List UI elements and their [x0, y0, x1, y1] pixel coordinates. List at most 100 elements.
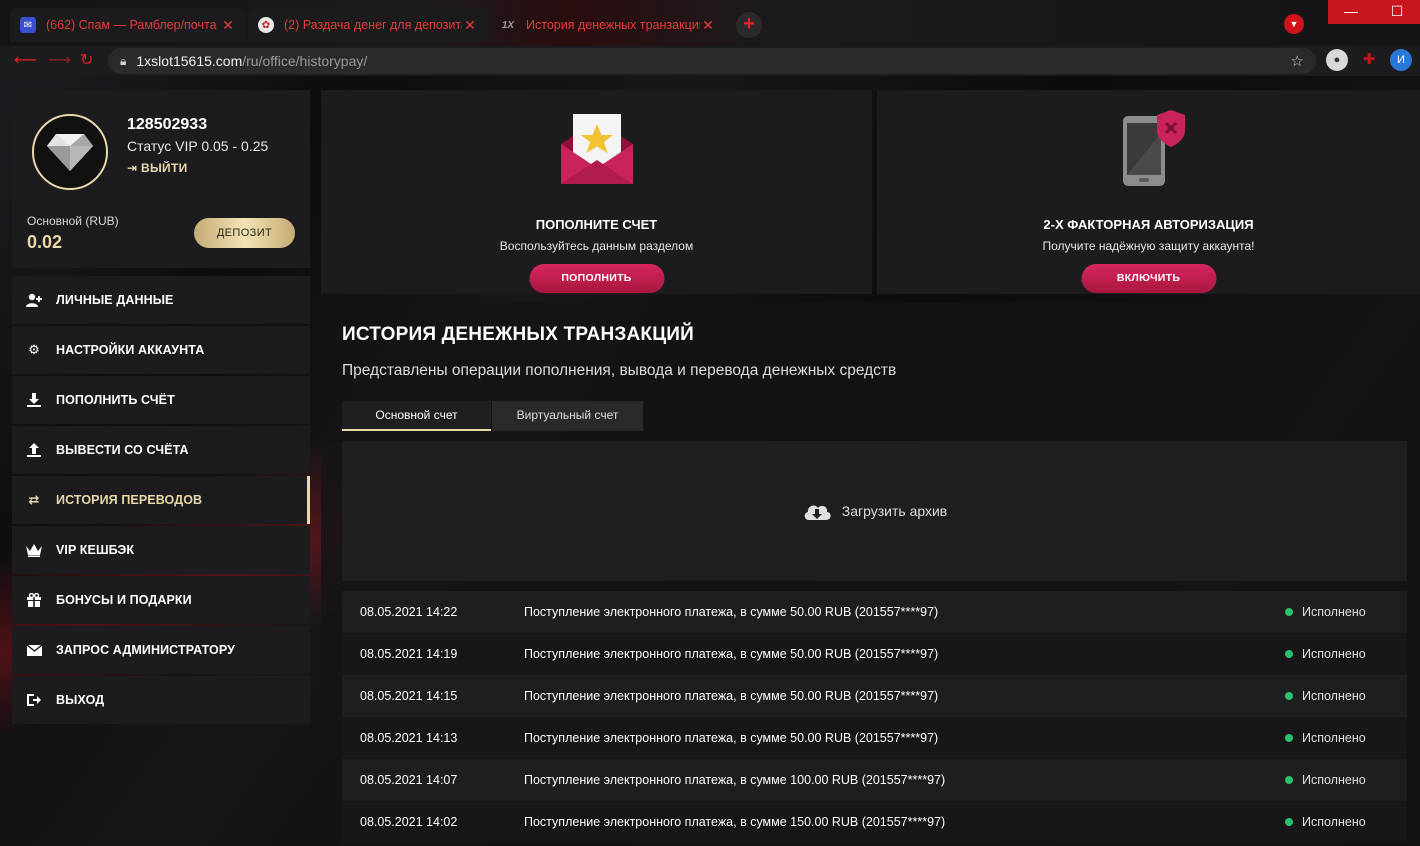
user-id: 128502933 [127, 116, 208, 133]
transaction-description: Поступление электронного платежа, в сумм… [524, 815, 946, 829]
transaction-description: Поступление электронного платежа, в сумм… [524, 647, 939, 661]
sidebar-item-vip-cashback[interactable]: VIP КЕШБЭК [12, 526, 310, 574]
status-dot-icon [1285, 650, 1293, 658]
status-label: Исполнено [1302, 605, 1366, 619]
close-icon[interactable]: ✕ [462, 17, 478, 34]
logout-link[interactable]: ⇥ ВЫЙТИ [127, 161, 188, 175]
transaction-status: Исполнено [1285, 647, 1407, 661]
status-label: Исполнено [1302, 815, 1366, 829]
sidebar-item-label: ЛИЧНЫЕ ДАННЫЕ [56, 293, 174, 307]
puzzle-icon[interactable]: ✚ [1358, 49, 1380, 71]
browser-tab-bar: ✉ (662) Спам — Рамблер/почта ✕ ✿ (2) Раз… [0, 0, 1420, 46]
download-archive-area: Загрузить архив [342, 441, 1407, 581]
browser-tab-mail[interactable]: ✉ (662) Спам — Рамблер/почта ✕ [10, 8, 246, 42]
tab-title: (2) Раздача денег для депозита [284, 18, 462, 32]
close-icon[interactable]: ✕ [220, 17, 236, 34]
url-host: 1xslot15615.com [136, 53, 243, 69]
balance-value: 0.02 [27, 232, 63, 252]
browser-tab-history[interactable]: 1X История денежных транзакций ✕ [490, 8, 726, 42]
transaction-date: 08.05.2021 14:13 [360, 731, 458, 745]
sidebar-item-bonuses[interactable]: БОНУСЫ И ПОДАРКИ [12, 576, 310, 624]
status-label: Исполнено [1302, 731, 1366, 745]
sidebar-item-label: БОНУСЫ И ПОДАРКИ [56, 593, 192, 607]
transactions-table: 08.05.2021 14:22 Поступление электронног… [342, 591, 1407, 843]
sidebar-item-deposit[interactable]: ПОПОЛНИТЬ СЧЁТ [12, 376, 310, 424]
transfer-icon: ⇄ [28, 492, 40, 507]
forward-icon[interactable]: ⟶ [48, 50, 71, 70]
url-field[interactable]: 🔒︎ 1xslot15615.com /ru/office/historypay… [108, 48, 1316, 74]
browser-menu-icon[interactable]: ▼ [1284, 14, 1304, 34]
profile-card: 128502933 Статус VIP 0.05 - 0.25 ⇥ ВЫЙТИ… [12, 90, 310, 268]
deposit-button[interactable]: ДЕПОЗИТ [194, 218, 295, 248]
diamond-icon [47, 134, 93, 171]
table-row: 08.05.2021 14:13 Поступление электронног… [342, 717, 1407, 759]
envelope-star-icon [560, 114, 633, 184]
sidebar-item-withdraw[interactable]: ВЫВЕСТИ СО СЧЁТА [12, 426, 310, 474]
profile-avatar[interactable]: И [1390, 49, 1412, 71]
status-dot-icon [1285, 734, 1293, 742]
enable-twofa-button[interactable]: ВКЛЮЧИТЬ [1081, 264, 1216, 293]
transaction-description: Поступление электронного платежа, в сумм… [524, 605, 939, 619]
top-up-button[interactable]: ПОПОЛНИТЬ [529, 264, 664, 293]
download-archive-button[interactable]: Загрузить архив [802, 500, 948, 522]
browser-tab-vk[interactable]: ✿ (2) Раздача денег для депозита ✕ [248, 8, 488, 42]
status-dot-icon [1285, 692, 1293, 700]
sidebar-item-personal-data[interactable]: ЛИЧНЫЕ ДАННЫЕ [12, 276, 310, 324]
transaction-status: Исполнено [1285, 689, 1407, 703]
close-icon[interactable]: ✕ [700, 17, 716, 34]
back-icon[interactable]: ⟵ [14, 50, 37, 70]
sidebar-item-exit[interactable]: ВЫХОД [12, 676, 310, 724]
sidebar-item-label: ИСТОРИЯ ПЕРЕВОДОВ [56, 493, 203, 507]
upload-icon [26, 442, 42, 458]
tab-virtual-account[interactable]: Виртуальный счет [492, 401, 643, 431]
sidebar-menu: ЛИЧНЫЕ ДАННЫЕ ⚙ НАСТРОЙКИ АККАУНТА ПОПОЛ… [12, 276, 310, 726]
sidebar-item-admin-request[interactable]: ЗАПРОС АДМИНИСТРАТОРУ [12, 626, 310, 674]
mail-icon: ✉ [20, 17, 36, 33]
maximize-button[interactable]: ☐ [1374, 0, 1420, 24]
lock-icon: 🔒︎ [120, 53, 127, 68]
status-dot-icon [1285, 818, 1293, 826]
transaction-date: 08.05.2021 14:15 [360, 689, 458, 703]
sidebar-item-label: НАСТРОЙКИ АККАУНТА [56, 343, 205, 357]
twofa-promo-subtitle: Получите надёжную защиту аккаунта! [1042, 239, 1255, 253]
account-tabs: Основной счет Виртуальный счет [342, 401, 643, 431]
vip-status: Статус VIP 0.05 - 0.25 [127, 138, 269, 154]
envelope-icon [26, 642, 42, 658]
status-label: Исполнено [1302, 773, 1366, 787]
vk-icon: ✿ [258, 17, 274, 33]
tab-title: (662) Спам — Рамблер/почта [46, 18, 217, 32]
download-archive-label: Загрузить архив [841, 503, 948, 519]
sidebar-item-label: ПОПОЛНИТЬ СЧЁТ [56, 393, 175, 407]
twofa-promo-title: 2-Х ФАКТОРНАЯ АВТОРИЗАЦИЯ [1043, 217, 1254, 232]
sidebar-item-transfer-history[interactable]: ⇄ ИСТОРИЯ ПЕРЕВОДОВ [12, 476, 310, 524]
cloud-download-icon [804, 505, 831, 520]
exit-icon: ⇥ [127, 161, 141, 175]
status-dot-icon [1285, 776, 1293, 784]
deposit-promo-card: ПОПОЛНИТЕ СЧЕТ Воспользуйтесь данным раз… [321, 90, 872, 294]
table-row: 08.05.2021 14:15 Поступление электронног… [342, 675, 1407, 717]
tab-main-account[interactable]: Основной счет [342, 401, 491, 431]
transaction-description: Поступление электронного платежа, в сумм… [524, 773, 946, 787]
bookmark-star-icon[interactable]: ☆ [1291, 52, 1304, 70]
minimize-button[interactable]: — [1328, 0, 1374, 24]
phone-shield-icon [1122, 110, 1185, 186]
sidebar-item-label: ВЫВЕСТИ СО СЧЁТА [56, 443, 189, 457]
status-label: Исполнено [1302, 689, 1366, 703]
extension-icon[interactable]: ● [1326, 49, 1348, 71]
reload-icon[interactable]: ↻ [80, 50, 93, 70]
logout-label: ВЫЙТИ [141, 161, 188, 175]
download-icon [26, 392, 42, 408]
new-tab-button[interactable]: + [736, 12, 762, 38]
table-row: 08.05.2021 14:07 Поступление электронног… [342, 759, 1407, 801]
sidebar-item-label: VIP КЕШБЭК [56, 543, 135, 557]
table-row: 08.05.2021 14:19 Поступление электронног… [342, 633, 1407, 675]
twofa-promo-card: 2-Х ФАКТОРНАЯ АВТОРИЗАЦИЯ Получите надёж… [877, 90, 1420, 294]
sidebar-item-label: ВЫХОД [56, 693, 105, 707]
site-logo-icon: 1X [501, 19, 515, 31]
address-bar: ⟵ ⟶ ↻ 🔒︎ 1xslot15615.com /ru/office/hist… [0, 46, 1420, 76]
balance-label: Основной (RUB) [27, 214, 119, 228]
sidebar-item-account-settings[interactable]: ⚙ НАСТРОЙКИ АККАУНТА [12, 326, 310, 374]
transaction-status: Исполнено [1285, 605, 1407, 619]
transaction-date: 08.05.2021 14:19 [360, 647, 458, 661]
page-content: 128502933 Статус VIP 0.05 - 0.25 ⇥ ВЫЙТИ… [0, 76, 1420, 846]
